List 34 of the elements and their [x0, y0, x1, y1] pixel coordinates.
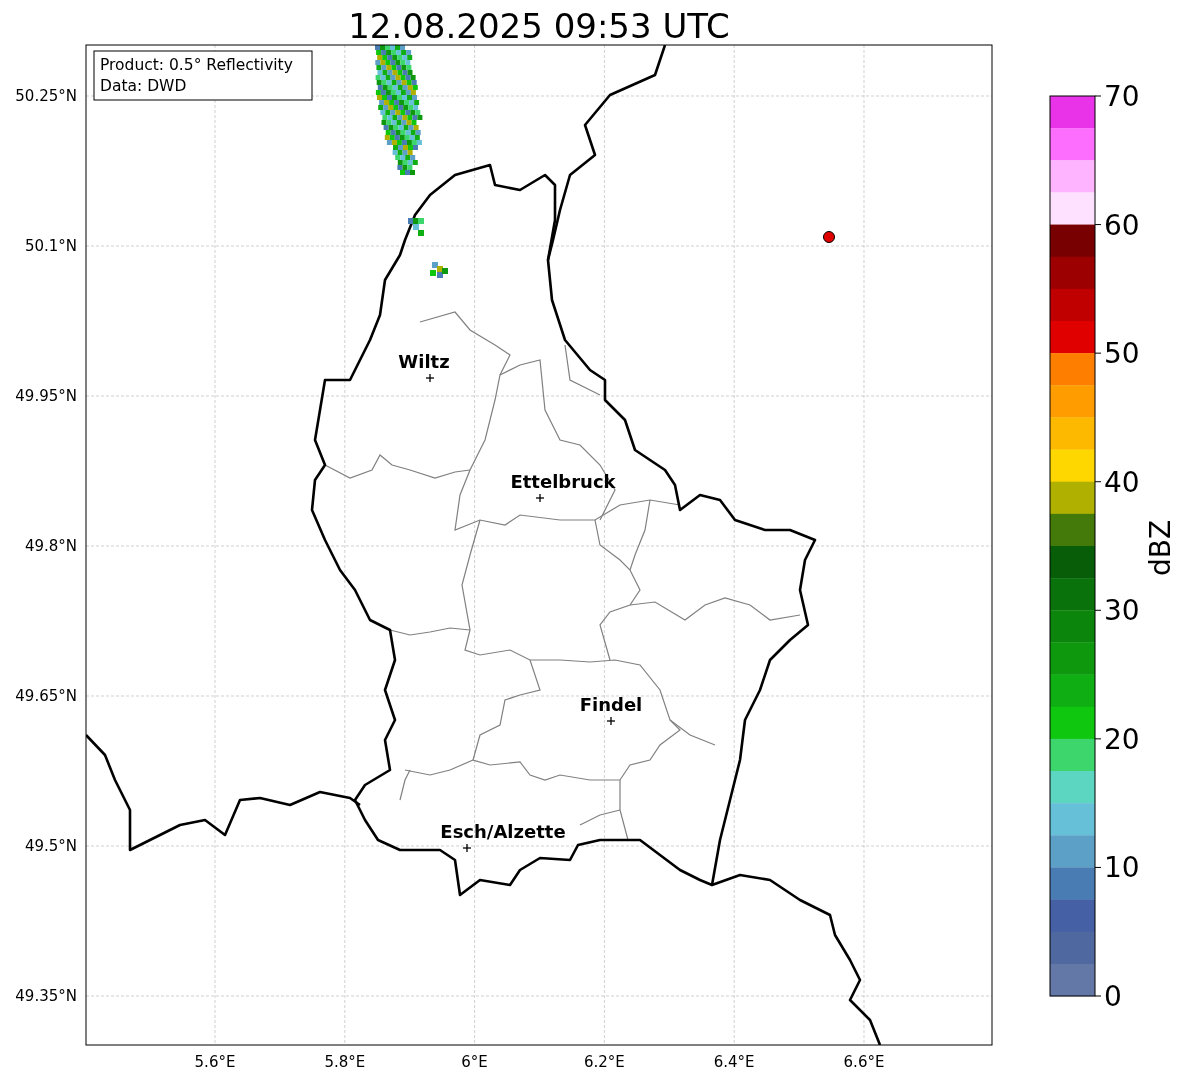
latitude-label: 49.65°N: [15, 687, 77, 705]
colorbar-tick-label: 0: [1104, 980, 1122, 1013]
info-text: Product: 0.5° Reflectivity: [100, 56, 293, 74]
longitude-label: 6.4°E: [713, 1053, 755, 1071]
radar-site-marker: [823, 231, 835, 243]
city-label: Findel: [579, 694, 643, 715]
latitude-label: 49.95°N: [15, 387, 77, 405]
latitude-label: 50.1°N: [24, 237, 77, 255]
city-marker-icon: [462, 843, 472, 853]
latitude-label: 50.25°N: [15, 87, 77, 105]
city-marker-icon: [606, 716, 616, 726]
colorbar-tick-label: 50: [1104, 337, 1140, 371]
city-label: Wiltz: [398, 351, 450, 372]
colorbar-tick-label: 20: [1104, 722, 1140, 756]
latitude-label: 49.5°N: [24, 837, 77, 855]
latitude-label: 49.8°N: [24, 537, 77, 555]
city-marker-icon: [425, 373, 435, 383]
city-marker-icon: [535, 493, 545, 503]
colorbar-label: dBZ: [1144, 519, 1177, 577]
colorbar-tick-label: 30: [1104, 594, 1140, 628]
longitude-label: 5.6°E: [194, 1053, 236, 1071]
info-text: Data: DWD: [100, 77, 187, 95]
longitude-label: 5.8°E: [324, 1053, 366, 1071]
colorbar-tick-label: 60: [1104, 208, 1140, 242]
longitude-label: 6°E: [461, 1053, 488, 1071]
colorbar-tick-label: 10: [1104, 851, 1140, 885]
city-label: Ettelbruck: [510, 471, 616, 492]
longitude-label: 6.2°E: [584, 1053, 625, 1071]
chart-title: 12.08.2025 09:53 UTC: [348, 6, 730, 46]
longitude-label: 6.6°E: [843, 1053, 885, 1071]
latitude-label: 49.35°N: [15, 987, 77, 1005]
colorbar-tick-label: 40: [1104, 465, 1140, 499]
city-label: Esch/Alzette: [440, 821, 566, 842]
colorbar-tick-label: 70: [1104, 80, 1140, 113]
